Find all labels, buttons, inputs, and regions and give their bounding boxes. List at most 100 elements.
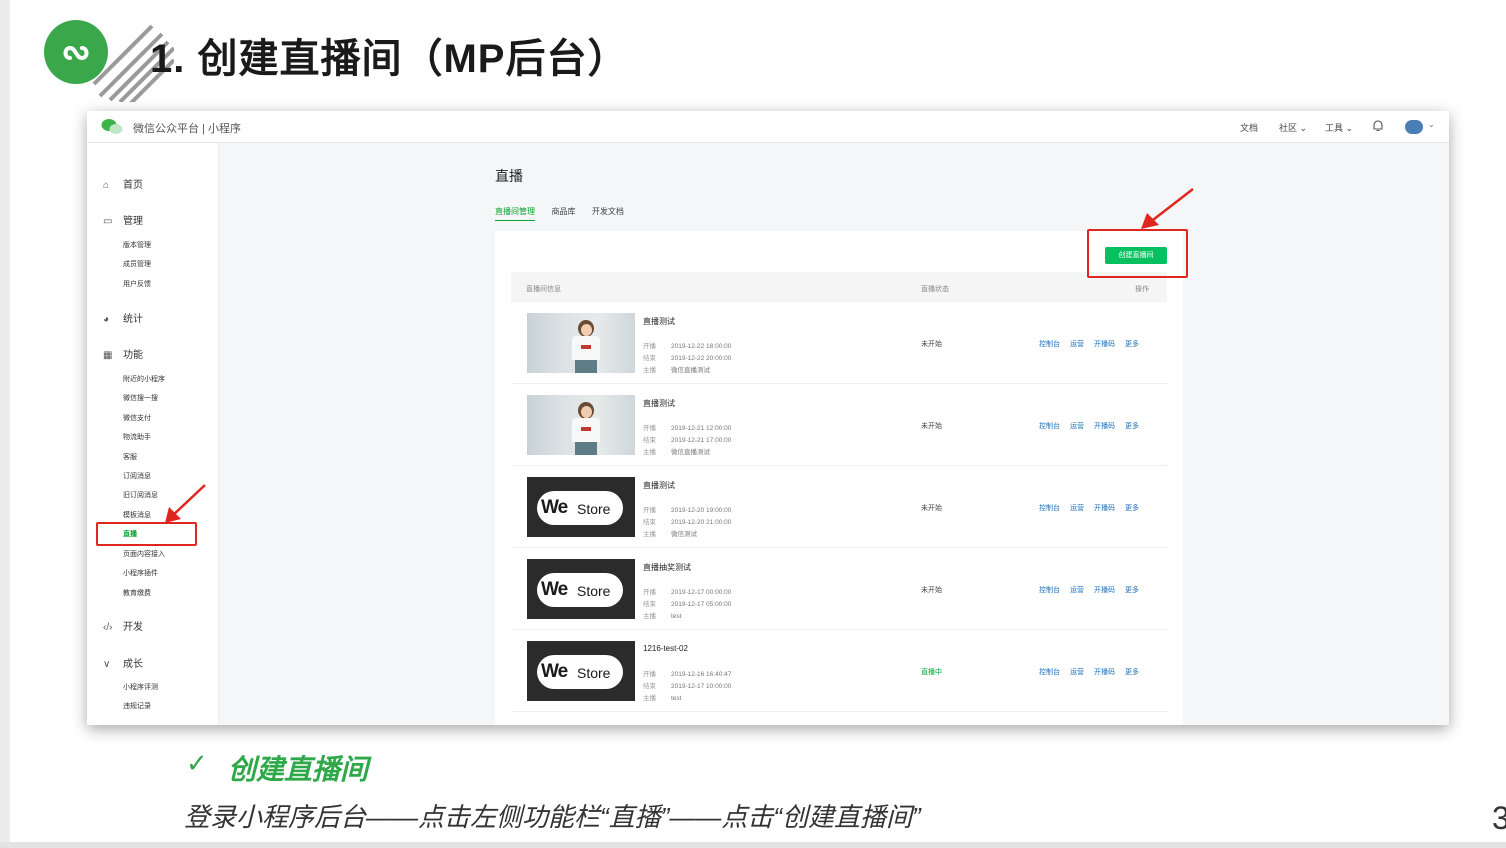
sidebar-item-features[interactable]: ▦ 功能 xyxy=(103,346,143,361)
cover-person-face xyxy=(581,406,592,418)
table-row: We Store 直播测试 开播 2019-12-20 19:00:00 结束 20… xyxy=(511,466,1167,548)
operations-link[interactable]: 运营 xyxy=(1070,423,1084,430)
sidebar-item-logistics[interactable]: 物流助手 xyxy=(123,432,151,442)
room-start: 开播 2019-12-21 12:00:00 xyxy=(643,422,731,432)
room-title: 直播测试 xyxy=(643,317,675,326)
cover-person-print xyxy=(581,345,591,349)
console-link[interactable]: 控制台 xyxy=(1039,587,1060,594)
tab-product-library[interactable]: 商品库 xyxy=(551,206,575,220)
meta-label: 结束 xyxy=(643,437,656,444)
sidebar-item-subscribe[interactable]: 订阅消息 xyxy=(123,471,151,481)
sidebar-item-search[interactable]: 微信搜一搜 xyxy=(123,393,158,403)
console-link[interactable]: 控制台 xyxy=(1039,669,1060,676)
slide-left-border xyxy=(0,0,10,848)
meta-value: 微信测试 xyxy=(671,531,697,538)
room-status: 未开始 xyxy=(921,587,942,594)
sidebar-item-home[interactable]: ⌂ 首页 xyxy=(103,176,143,191)
sidebar-item-nearby[interactable]: 附近的小程序 xyxy=(123,374,165,384)
room-cover-image[interactable] xyxy=(527,395,635,455)
chevron-down-icon[interactable]: ⌄ xyxy=(1428,120,1435,129)
sidebar-item-service[interactable]: 客服 xyxy=(123,452,137,462)
room-start: 开播 2019-12-22 18:00:00 xyxy=(643,340,731,350)
broadcast-code-link[interactable]: 开播码 xyxy=(1094,423,1115,430)
more-link[interactable]: 更多 xyxy=(1125,669,1139,676)
meta-value: 2019-12-20 19:00:00 xyxy=(671,507,732,514)
sidebar-item-feedback[interactable]: 用户反馈 xyxy=(123,279,151,289)
meta-value: 2019-12-16 16:40:47 xyxy=(671,671,732,678)
meta-label: 开播 xyxy=(643,343,656,350)
room-cover-image[interactable]: We Store xyxy=(527,477,635,537)
sidebar-item-old-subscribe[interactable]: 旧订阅消息 xyxy=(123,490,158,500)
meta-value: 2019-12-21 17:00:00 xyxy=(671,437,732,444)
sidebar-item-version[interactable]: 版本管理 xyxy=(123,240,151,250)
nav-tools[interactable]: 工具 ⌄ xyxy=(1325,121,1353,134)
checkmark-icon: ✓ xyxy=(186,748,208,778)
sidebar-item-review[interactable]: 小程序评测 xyxy=(123,682,158,692)
cover-person-legs xyxy=(575,442,597,455)
more-link[interactable]: 更多 xyxy=(1125,341,1139,348)
sidebar-item-manage[interactable]: ▭ 管理 xyxy=(103,212,143,227)
operations-link[interactable]: 运营 xyxy=(1070,587,1084,594)
row-actions: 控制台 运营 开播码 更多 xyxy=(1039,585,1149,595)
room-end: 结束 2019-12-17 05:00:00 xyxy=(643,598,731,608)
westore-logo-store: Store xyxy=(577,665,611,681)
table-header: 直播间信息 直播状态 操作 xyxy=(511,272,1167,302)
broadcast-code-link[interactable]: 开播码 xyxy=(1094,505,1115,512)
room-status: 未开始 xyxy=(921,505,942,512)
sidebar-item-label: 开发 xyxy=(123,622,143,633)
sidebar-item-plugin[interactable]: 小程序插件 xyxy=(123,568,158,578)
broadcast-code-link[interactable]: 开播码 xyxy=(1094,341,1115,348)
meta-label: 主播 xyxy=(643,367,656,374)
sidebar-item-label: 成长 xyxy=(123,659,143,670)
meta-label: 主播 xyxy=(643,449,656,456)
meta-label: 开播 xyxy=(643,507,656,514)
console-link[interactable]: 控制台 xyxy=(1039,505,1060,512)
nav-docs[interactable]: 文档 xyxy=(1240,121,1258,134)
tab-room-management[interactable]: 直播间管理 xyxy=(495,206,535,221)
nav-community[interactable]: 社区 ⌄ xyxy=(1279,121,1307,134)
room-cover-image[interactable] xyxy=(527,313,635,373)
meta-value: 微信直播测试 xyxy=(671,449,710,456)
room-status: 未开始 xyxy=(921,341,942,348)
room-host: 主播 test xyxy=(643,692,681,702)
avatar[interactable] xyxy=(1405,120,1423,134)
tab-dev-docs[interactable]: 开发文档 xyxy=(592,206,624,220)
sidebar-item-stats[interactable]: ◕ 统计 xyxy=(103,310,143,325)
brand-title[interactable]: 微信公众平台 | 小程序 xyxy=(133,120,241,136)
broadcast-code-link[interactable]: 开播码 xyxy=(1094,587,1115,594)
sidebar-item-content[interactable]: 页面内容接入 xyxy=(123,549,165,559)
table-row: We Store 1216-test-02 开播 2019-12-16 16:40… xyxy=(511,630,1167,712)
cover-person-legs xyxy=(575,360,597,373)
sidebar-item-template[interactable]: 模板消息 xyxy=(123,510,151,520)
red-arrow-icon xyxy=(1141,188,1194,229)
westore-logo-we: We xyxy=(541,497,568,518)
console-link[interactable]: 控制台 xyxy=(1039,341,1060,348)
broadcast-code-link[interactable]: 开播码 xyxy=(1094,669,1115,676)
console-link[interactable]: 控制台 xyxy=(1039,423,1060,430)
more-link[interactable]: 更多 xyxy=(1125,587,1139,594)
tab-bar: 直播间管理 商品库 开发文档 xyxy=(495,201,636,221)
westore-logo-store: Store xyxy=(577,583,611,599)
room-cover-image[interactable]: We Store xyxy=(527,641,635,701)
room-title: 1216-test-02 xyxy=(643,644,688,653)
room-host: 主播 微信测试 xyxy=(643,528,697,538)
meta-label: 主播 xyxy=(643,531,656,538)
operations-link[interactable]: 运营 xyxy=(1070,505,1084,512)
sidebar: ⌂ 首页 ▭ 管理 版本管理 成员管理 用户反馈 ◕ 统计 ▦ 功能 附近的小程序 微信… xyxy=(87,143,219,725)
operations-link[interactable]: 运营 xyxy=(1070,341,1084,348)
sidebar-item-pay[interactable]: 微信支付 xyxy=(123,413,151,423)
room-cover-image[interactable]: We Store xyxy=(527,559,635,619)
sidebar-item-growth[interactable]: ∨ 成长 xyxy=(103,655,143,670)
meta-value: 2019-12-22 18:00:00 xyxy=(671,343,732,350)
sidebar-item-violations[interactable]: 违规记录 xyxy=(123,701,151,711)
more-link[interactable]: 更多 xyxy=(1125,505,1139,512)
westore-logo-we: We xyxy=(541,579,568,600)
sidebar-item-members[interactable]: 成员管理 xyxy=(123,259,151,269)
bell-icon[interactable] xyxy=(1371,119,1385,133)
sidebar-item-edu[interactable]: 教育缴费 xyxy=(123,588,151,598)
operations-link[interactable]: 运营 xyxy=(1070,669,1084,676)
more-link[interactable]: 更多 xyxy=(1125,423,1139,430)
sidebar-item-label: 功能 xyxy=(123,350,143,361)
sidebar-item-develop[interactable]: ‹/› 开发 xyxy=(103,618,143,633)
meta-value: 2019-12-21 12:00:00 xyxy=(671,425,732,432)
